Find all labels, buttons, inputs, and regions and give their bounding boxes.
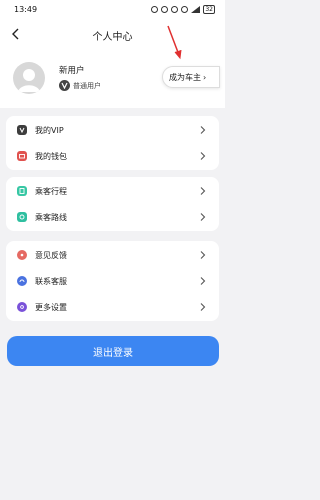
menu-card-trips: 乘客行程 乘客路线	[6, 177, 219, 231]
menu-item-label: 更多设置	[35, 302, 67, 312]
feedback-icon	[17, 250, 27, 260]
avatar[interactable]	[13, 62, 45, 94]
title-bar: 个人中心	[0, 22, 225, 46]
headphones-icon	[151, 6, 159, 13]
become-owner-button[interactable]: 成为车主 ›	[162, 66, 220, 88]
customer-service-icon	[17, 276, 27, 286]
menu-item-label: 意见反馈	[35, 250, 67, 260]
wifi-icon	[181, 6, 189, 13]
annotation-arrow	[167, 25, 182, 60]
battery-icon: 32	[203, 5, 215, 14]
menu-item-passenger-trips[interactable]: 乘客行程	[6, 178, 219, 204]
chevron-right-icon	[200, 152, 206, 160]
avatar-placeholder-icon	[18, 69, 40, 92]
menu-item-wallet[interactable]: 我的钱包	[6, 143, 219, 169]
vip-icon	[17, 125, 27, 135]
menu-item-label: 联系客服	[35, 276, 67, 286]
wallet-icon	[17, 151, 27, 161]
signal-icon	[191, 6, 201, 13]
become-owner-label: 成为车主	[169, 72, 201, 82]
alarm-icon	[161, 6, 169, 13]
menu-item-label: 我的钱包	[35, 151, 67, 161]
status-bar: 13:49 32	[0, 0, 225, 20]
menu-item-passenger-routes[interactable]: 乘客路线	[6, 204, 219, 230]
trip-icon	[17, 186, 27, 196]
status-icons: 32	[151, 5, 215, 14]
logout-button[interactable]: 退出登录	[7, 336, 219, 366]
status-time: 13:49	[14, 5, 38, 14]
logout-label: 退出登录	[93, 347, 133, 359]
chevron-right-icon	[200, 126, 206, 134]
chevron-right-icon	[200, 213, 206, 221]
menu-item-vip[interactable]: 我的VIP	[6, 117, 219, 143]
menu-card-support: 意见反馈 联系客服 更多设置	[6, 241, 219, 321]
menu-item-feedback[interactable]: 意见反馈	[6, 242, 219, 268]
page-title: 个人中心	[92, 32, 133, 43]
bluetooth-icon	[171, 6, 179, 13]
user-type-label: 普通用户	[73, 81, 101, 90]
route-icon	[17, 212, 27, 222]
user-type: 普通用户	[59, 80, 101, 91]
menu-card-account: 我的VIP 我的钱包	[6, 116, 219, 170]
menu-item-label: 乘客路线	[35, 212, 67, 222]
chevron-right-icon	[200, 187, 206, 195]
menu-item-customer-service[interactable]: 联系客服	[6, 268, 219, 294]
chevron-right-icon: ›	[203, 72, 207, 82]
username: 新用户	[59, 66, 85, 76]
member-badge-icon	[59, 80, 70, 91]
chevron-right-icon	[200, 251, 206, 259]
menu-item-more-settings[interactable]: 更多设置	[6, 294, 219, 320]
chevron-right-icon	[200, 277, 206, 285]
chevron-right-icon	[200, 303, 206, 311]
menu-item-label: 乘客行程	[35, 186, 67, 196]
menu-item-label: 我的VIP	[35, 125, 64, 135]
settings-icon	[17, 302, 27, 312]
